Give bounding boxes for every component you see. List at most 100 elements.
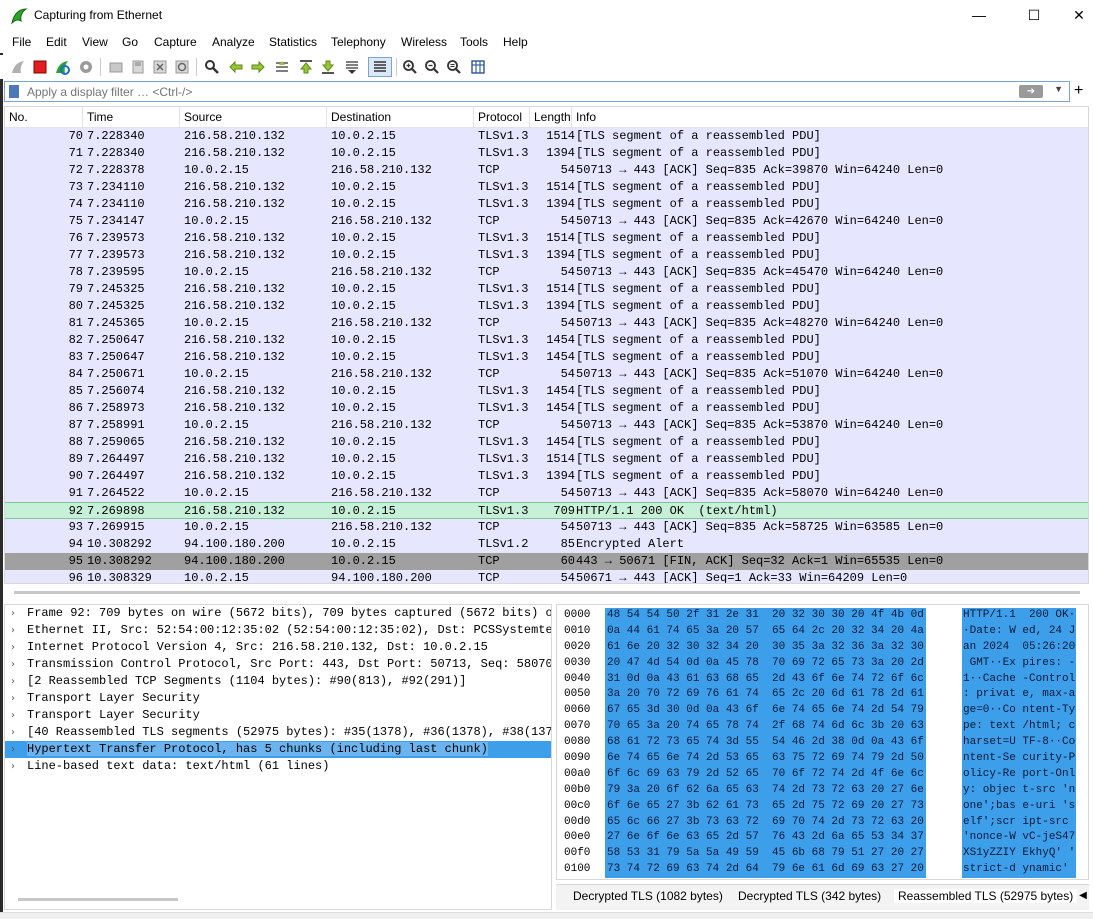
column-header-destination[interactable]: Destination [327,107,474,128]
packet-row[interactable]: 86 7.258973 216.58.210.132 10.0.2.15 TLSv1.3… [5,400,1088,417]
byte-ascii[interactable]: HTTP/1.1 200 OK· [962,608,1077,624]
detail-tree-item[interactable]: › Line-based text data: text/html (61 lin… [5,758,551,775]
packet-row[interactable]: 92 7.269898 216.58.210.132 10.0.2.15 TLSv1.3… [5,502,1088,519]
detail-tree-item[interactable]: › [40 Reassembled TLS segments (52975 byt… [5,724,551,741]
packet-row[interactable]: 74 7.234110 216.58.210.132 10.0.2.15 TLSv1.3… [5,196,1088,213]
expand-arrow-icon[interactable]: › [11,605,15,622]
expand-arrow-icon[interactable]: › [11,656,15,673]
packet-row[interactable]: 84 7.250671 10.0.2.15 216.58.210.132 TCP 54 50… [5,366,1088,383]
byte-hex[interactable]: 68 61 72 73 65 74 3d 55 54 46 2d 38 0d 0… [605,735,926,752]
byte-hex[interactable]: 6e 74 65 6e 74 2d 53 65 63 75 72 69 74 7… [605,751,926,767]
packet-row[interactable]: 89 7.264497 216.58.210.132 10.0.2.15 TLSv1.3… [5,451,1088,468]
expand-arrow-icon[interactable]: › [11,673,15,690]
menu-tools[interactable]: Tools [460,35,488,49]
byte-ascii[interactable]: 'nonce-W vC-jeS47 [962,830,1077,847]
packet-row[interactable]: 78 7.239595 10.0.2.15 216.58.210.132 TCP 54 50… [5,264,1088,281]
byte-ascii[interactable]: one';bas e-uri 's [962,798,1077,815]
packet-row[interactable]: 96 10.308329 10.0.2.15 94.100.180.200 TCP 54 5… [5,570,1088,583]
byte-hex[interactable]: 6f 6e 65 27 3b 62 61 73 65 2d 75 72 69 2… [605,798,926,815]
menu-help[interactable]: Help [503,35,528,49]
capture-options-icon[interactable] [76,57,96,77]
column-header-protocol[interactable]: Protocol [474,107,530,128]
byte-hex[interactable]: 67 65 3d 30 0d 0a 43 6f 6e 74 65 6e 74 2… [605,703,926,720]
first-packet-icon[interactable] [296,57,316,77]
byte-ascii[interactable]: ntent-Se curity-P [962,751,1077,767]
shark-fin-start-icon[interactable] [8,57,28,77]
last-packet-icon[interactable] [318,57,338,77]
expand-arrow-icon[interactable]: › [11,741,15,758]
normal-size-icon[interactable] [444,57,464,77]
expand-arrow-icon[interactable]: › [11,622,15,639]
menu-statistics[interactable]: Statistics [269,35,317,49]
byte-hex[interactable]: 6f 6c 69 63 79 2d 52 65 70 6f 72 74 2d 4… [605,766,926,783]
packet-row[interactable]: 81 7.245365 10.0.2.15 216.58.210.132 TCP 54 50… [5,315,1088,332]
packet-row[interactable]: 82 7.250647 216.58.210.132 10.0.2.15 TLSv1.3… [5,332,1088,349]
byte-hex[interactable]: 73 74 72 69 63 74 2d 64 79 6e 61 6d 69 6… [605,862,926,879]
byte-hex[interactable]: 31 0d 0a 43 61 63 68 65 2d 43 6f 6e 74 7… [605,671,926,688]
byte-ascii[interactable]: 1··Cache -Control [962,671,1077,688]
byte-ascii[interactable]: olicy-Re port-Onl [962,766,1077,783]
byte-ascii[interactable]: an 2024 05:26:20 [962,639,1077,656]
byte-ascii[interactable]: ge=0··Co ntent-Ty [962,703,1077,720]
byte-hex[interactable]: 70 65 3a 20 74 65 78 74 2f 68 74 6d 6c 3… [605,719,926,736]
packet-row[interactable]: 83 7.250647 216.58.210.132 10.0.2.15 TLSv1.3… [5,349,1088,366]
detail-tree-item[interactable]: › Transport Layer Security [5,707,551,724]
menu-file[interactable]: File [12,35,31,49]
tab-decrypted-tls-342[interactable]: Decrypted TLS (342 bytes) [738,889,881,903]
tab-decrypted-tls-1082[interactable]: Decrypted TLS (1082 bytes) [573,889,723,903]
byte-hex[interactable]: 58 53 31 79 5a 5a 49 59 45 6b 68 79 51 2… [605,846,926,863]
packet-row[interactable]: 95 10.308292 94.100.180.200 10.0.2.15 TCP 60 4… [5,553,1088,570]
detail-tree-item[interactable]: › Transport Layer Security [5,690,551,707]
stop-capture-icon[interactable] [30,57,50,77]
packet-row[interactable]: 75 7.234147 10.0.2.15 216.58.210.132 TCP 54 50… [5,213,1088,230]
expand-arrow-icon[interactable]: › [11,758,15,775]
details-scrollbar[interactable] [18,898,178,901]
detail-tree-item[interactable]: › [2 Reassembled TCP Segments (1104 bytes… [5,673,551,690]
packet-row[interactable]: 71 7.228340 216.58.210.132 10.0.2.15 TLSv1.3… [5,145,1088,162]
tab-scroll-left-icon[interactable]: ◀ [1077,888,1089,904]
colorize-icon[interactable] [368,57,392,77]
packet-row[interactable]: 85 7.256074 216.58.210.132 10.0.2.15 TLSv1.3… [5,383,1088,400]
menu-telephony[interactable]: Telephony [331,35,386,49]
expand-arrow-icon[interactable]: › [11,724,15,741]
byte-ascii[interactable]: GMT··Ex pires: - [962,655,1077,672]
byte-ascii[interactable]: pe: text /html; c [962,719,1077,736]
byte-hex[interactable]: 3a 20 70 72 69 76 61 74 65 2c 20 6d 61 7… [605,687,926,704]
expand-arrow-icon[interactable]: › [11,639,15,656]
close-button[interactable]: ✕ [1056,0,1093,32]
reload-file-icon[interactable] [172,57,192,77]
expand-arrow-icon[interactable]: › [11,690,15,707]
packet-row[interactable]: 93 7.269915 10.0.2.15 216.58.210.132 TCP 54 50… [5,519,1088,536]
packet-row[interactable]: 70 7.228340 216.58.210.132 10.0.2.15 TLSv1.3… [5,128,1088,145]
packet-row[interactable]: 73 7.234110 216.58.210.132 10.0.2.15 TLSv1.3… [5,179,1088,196]
packet-row[interactable]: 90 7.264497 216.58.210.132 10.0.2.15 TLSv1.3… [5,468,1088,485]
close-file-icon[interactable] [150,57,170,77]
open-file-icon[interactable] [106,57,126,77]
menu-analyze[interactable]: Analyze [212,35,255,49]
packet-row[interactable]: 87 7.258991 10.0.2.15 216.58.210.132 TCP 54 50… [5,417,1088,434]
packet-row[interactable]: 94 10.308292 94.100.180.200 10.0.2.15 TLSv1.… [5,536,1088,553]
byte-ascii[interactable]: harset=U TF-8··Co [962,735,1077,752]
column-header-no[interactable]: No. [5,107,83,128]
auto-scroll-icon[interactable] [342,57,362,77]
byte-ascii[interactable]: elf';scr ipt-src [962,814,1077,831]
packet-row[interactable]: 79 7.245325 216.58.210.132 10.0.2.15 TLSv1.3… [5,281,1088,298]
byte-hex[interactable]: 79 3a 20 6f 62 6a 65 63 74 2d 73 72 63 2… [605,782,926,799]
tab-reassembled-tls[interactable]: Reassembled TLS (52975 bytes) [894,889,1078,903]
column-header-length[interactable]: Length [530,107,572,128]
filter-dropdown-icon[interactable]: ▼ [1054,84,1063,94]
column-header-time[interactable]: Time [83,107,180,128]
packet-row[interactable]: 88 7.259065 216.58.210.132 10.0.2.15 TLSv1.3… [5,434,1088,451]
resize-columns-icon[interactable] [468,57,488,77]
byte-ascii[interactable]: strict-d ynamic' [962,862,1077,879]
minimize-button[interactable]: — [956,0,1002,32]
zoom-in-icon[interactable] [400,57,420,77]
save-file-icon[interactable] [128,57,148,77]
column-header-info[interactable]: Info [572,107,1088,128]
byte-ascii[interactable]: y: objec t-src 'n [962,782,1077,799]
byte-hex[interactable]: 20 47 4d 54 0d 0a 45 78 70 69 72 65 73 3… [605,655,926,672]
menu-wireless[interactable]: Wireless [401,35,447,49]
menu-view[interactable]: View [82,35,108,49]
detail-tree-item[interactable]: › Hypertext Transfer Protocol, has 5 chun… [5,741,551,758]
packet-list-scrollbar[interactable] [14,591,1080,594]
